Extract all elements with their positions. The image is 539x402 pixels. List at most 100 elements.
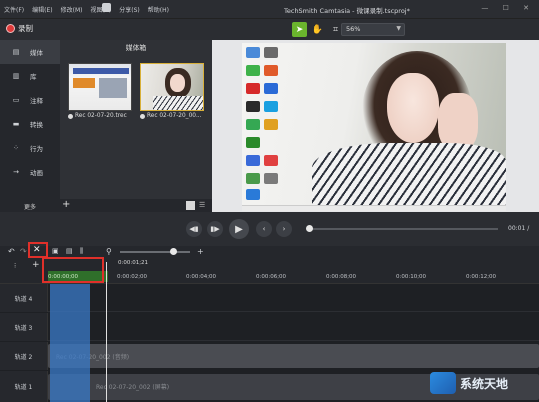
desktop-icon (264, 83, 278, 94)
desktop-icon (264, 119, 278, 130)
paste-icon[interactable]: ▤ (66, 247, 73, 255)
radio-icon (140, 113, 145, 119)
collapse-icon[interactable]: ⁝ (14, 262, 16, 270)
nav-item-media[interactable]: ▤ 媒体 (0, 40, 60, 64)
highlight-box-cut (28, 242, 48, 258)
playhead-line (106, 262, 107, 402)
nav-item-label: 媒体 (30, 49, 43, 57)
desktop-icon (246, 65, 260, 76)
step-back-icon: ◀▮ (189, 225, 199, 233)
step-forward-button[interactable]: ▮▶ (207, 221, 223, 237)
more-button[interactable]: 更多 (24, 202, 36, 211)
preview-canvas[interactable] (242, 43, 506, 211)
media-bin: 媒体箱 Rec 02-07-20.trec Rec 02-07-20_00... (60, 40, 212, 212)
hand-icon: ✋ (311, 24, 324, 35)
timeline-zoom-slider[interactable] (120, 251, 190, 253)
timeline-zoom-handle[interactable] (170, 248, 177, 255)
person-shirt (312, 143, 506, 205)
annotation-icon: ▭ (12, 95, 20, 104)
menu-modify[interactable]: 修改(M) (57, 5, 87, 14)
undo-icon[interactable]: ↶ (8, 247, 15, 256)
media-thumb-selected[interactable]: Rec 02-07-20_00... (140, 63, 204, 123)
selection-highlight (50, 284, 90, 402)
menu-file[interactable]: 文件(F) (0, 5, 28, 14)
track-label[interactable]: 轨道 2 (0, 342, 48, 370)
desktop-icon (246, 173, 260, 184)
highlight-box-selection (42, 257, 104, 283)
step-back-button[interactable]: ◀▮ (186, 221, 202, 237)
desktop-icon (264, 173, 278, 184)
watermark: 系统天地 (430, 372, 508, 394)
media-thumb-label: Rec 02-07-20.trec (75, 113, 127, 119)
desktop-taskbar (242, 205, 506, 211)
record-button[interactable]: 录制 (6, 23, 33, 34)
desktop-icon (264, 155, 278, 166)
media-bin-header: 媒体箱 (125, 44, 147, 52)
select-tool-button[interactable]: ➤ (292, 22, 307, 37)
add-track-icon[interactable]: + (32, 260, 40, 270)
ruler-tick: 0:00:06;00 (256, 274, 287, 280)
play-button[interactable]: ▶ (229, 219, 249, 239)
list-view-icon[interactable]: ☰ (199, 201, 208, 210)
animation-icon: → (13, 167, 19, 176)
redo-icon[interactable]: ↷ (20, 247, 27, 256)
copy-icon[interactable]: ▣ (52, 247, 59, 255)
add-icon[interactable]: + (62, 199, 70, 210)
canvas-area (212, 40, 539, 212)
zoom-value: 56% (346, 25, 361, 33)
person-face (387, 73, 439, 143)
zoom-in-icon[interactable]: + (197, 247, 204, 256)
crop-icon: ⌗ (332, 24, 339, 35)
nav-item-annotation[interactable]: ▭ 注释 (0, 88, 60, 112)
nav-item-library[interactable]: ▥ 库 (0, 64, 60, 88)
scrub-bar[interactable] (308, 228, 498, 230)
menu-edit[interactable]: 编辑(E) (28, 5, 56, 14)
ruler-tick: 0:00:02;00 (117, 274, 148, 280)
pan-tool-button[interactable]: ✋ (310, 22, 325, 37)
scrub-handle[interactable] (306, 225, 313, 232)
desktop-icon (246, 189, 260, 200)
track-label[interactable]: 轨道 4 (0, 284, 48, 312)
ruler-tick: 0:00:08;00 (326, 274, 357, 280)
desktop-icon (246, 83, 260, 94)
previous-button[interactable]: ‹ (256, 221, 272, 237)
library-icon: ▥ (12, 71, 20, 80)
desktop-icon (264, 47, 278, 58)
desktop-icon (246, 137, 260, 148)
watermark-logo-icon (430, 372, 456, 394)
media-thumb-image (140, 63, 204, 111)
window-controls[interactable]: — ☐ ✕ (481, 4, 535, 12)
zoom-out-icon[interactable]: ⚲ (106, 247, 112, 256)
pointer-icon: ➤ (295, 24, 304, 35)
nav-item-animation[interactable]: → 动画 (0, 160, 60, 184)
grid-view-icon[interactable] (186, 201, 195, 210)
chevron-left-icon: ‹ (262, 225, 266, 233)
radio-icon (68, 113, 73, 119)
track-label[interactable]: 轨道 3 (0, 313, 48, 341)
track-lane[interactable] (48, 313, 539, 341)
track-label[interactable]: 轨道 1 (0, 371, 48, 402)
nav-item-label: 转换 (30, 121, 43, 129)
menu-share[interactable]: 分享(S) (115, 5, 144, 14)
media-bin-footer: 更多 + ☰ (0, 199, 212, 212)
media-thumb[interactable]: Rec 02-07-20.trec (68, 63, 132, 123)
nav-item-label: 动画 (30, 169, 43, 177)
zoom-select[interactable]: 56% ▼ (341, 23, 405, 36)
record-label: 录制 (18, 24, 33, 33)
ruler-tick: 0:00:10;00 (396, 274, 427, 280)
split-icon[interactable]: ⫼ (80, 247, 83, 256)
menu-help[interactable]: 帮助(H) (144, 5, 173, 14)
nav-item-transition[interactable]: ▬ 转换 (0, 112, 60, 136)
desktop-icon (246, 47, 260, 58)
media-thumb-image (68, 63, 132, 111)
audio-clip[interactable]: Rec 02-07-20_002 (音频) (48, 344, 539, 368)
behavior-icon: ⁘ (13, 143, 19, 152)
playhead-time: 0:00:01;21 (118, 260, 149, 266)
nav-item-behavior[interactable]: ⁘ 行为 (0, 136, 60, 160)
watermark-text: 系统天地 (460, 376, 509, 391)
chevron-down-icon: ▼ (396, 25, 401, 32)
playhead-handle[interactable] (102, 3, 111, 12)
next-button[interactable]: › (276, 221, 292, 237)
desktop-icon (246, 119, 260, 130)
track-lane[interactable] (48, 284, 539, 312)
